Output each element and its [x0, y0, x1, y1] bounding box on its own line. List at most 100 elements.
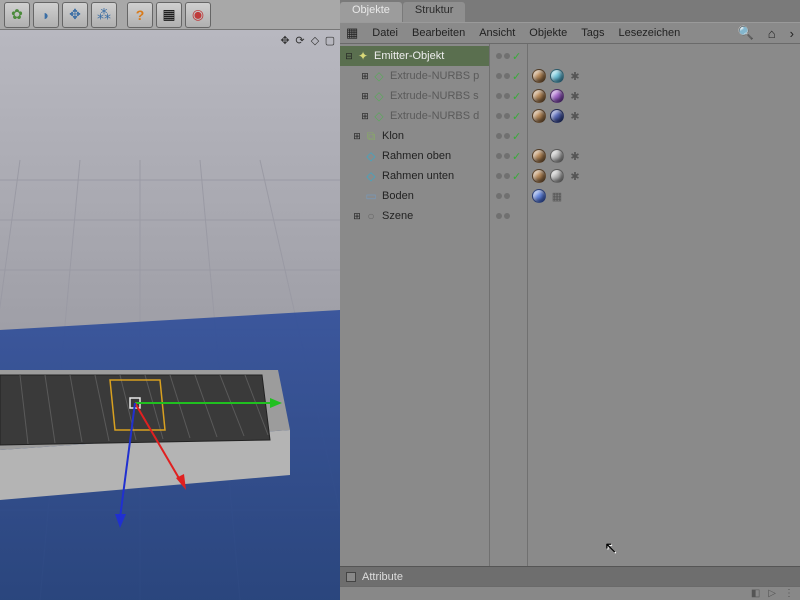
material-tag-icon[interactable] [550, 89, 564, 103]
tree-item-rahmen-oben[interactable]: ◇ Rahmen oben [340, 146, 489, 166]
nurbs-icon: ◇ [372, 69, 386, 83]
tree-label: Emitter-Objekt [374, 50, 444, 62]
floor-icon: ▭ [364, 189, 378, 203]
move-icon[interactable]: ✥ [279, 34, 291, 46]
tree-item-rahmen-unten[interactable]: ◇ Rahmen unten [340, 166, 489, 186]
tag-row [528, 206, 800, 226]
tab-struktur[interactable]: Struktur [403, 2, 466, 22]
tree-item-emitter[interactable]: ⊟ ✦ Emitter-Objekt [340, 46, 489, 66]
viewport-scene [0, 30, 340, 600]
tree-item-szene[interactable]: ⊞ ○ Szene [340, 206, 489, 226]
material-tag-icon[interactable] [550, 109, 564, 123]
vis-row[interactable] [490, 206, 527, 226]
menu-ansicht[interactable]: Ansicht [479, 27, 515, 39]
tag-row[interactable]: ✱ [528, 106, 800, 126]
tree-label: Rahmen oben [382, 150, 451, 162]
tag-row [528, 126, 800, 146]
material-tag-icon[interactable] [532, 89, 546, 103]
vis-row[interactable]: ✓ [490, 146, 527, 166]
tab-objekte[interactable]: Objekte [340, 2, 402, 22]
tag-row[interactable]: ✱ [528, 166, 800, 186]
home-icon[interactable]: ⌂ [768, 26, 776, 41]
menu-tags[interactable]: Tags [581, 27, 604, 39]
tag-row[interactable]: ✱ [528, 86, 800, 106]
phong-tag-icon[interactable]: ✱ [568, 169, 582, 183]
tag-row[interactable]: ✱ [528, 146, 800, 166]
tree-label: Extrude-NURBS s [390, 90, 479, 102]
phong-tag-icon[interactable]: ✱ [568, 69, 582, 83]
main-toolbar: ✿ ◗ ✥ ⁂ ? ▦ ◉ [0, 0, 340, 30]
vis-row[interactable]: ✓ [490, 86, 527, 106]
particles-tool-button[interactable]: ⁂ [91, 2, 117, 28]
tree-item-boden[interactable]: ▭ Boden [340, 186, 489, 206]
grid-tool-button[interactable]: ▦ [156, 2, 182, 28]
vis-row[interactable]: ✓ [490, 166, 527, 186]
expand-icon[interactable]: ⊞ [360, 71, 370, 82]
zoom-icon[interactable]: ◇ [309, 34, 321, 46]
phong-tag-icon[interactable]: ✱ [568, 149, 582, 163]
material-tag-icon[interactable] [532, 69, 546, 83]
material-tag-icon[interactable] [532, 149, 546, 163]
material-tag-icon[interactable] [550, 149, 564, 163]
object-manager-menu: ▦ Datei Bearbeiten Ansicht Objekte Tags … [340, 22, 800, 44]
tree-item-extrude-d[interactable]: ⊞ ◇ Extrude-NURBS d [340, 106, 489, 126]
tree-item-klon[interactable]: ⊞ ⧉ Klon [340, 126, 489, 146]
panel-tabs: Objekte Struktur [340, 0, 800, 22]
vis-row[interactable]: ✓ [490, 106, 527, 126]
rotate-icon[interactable]: ⟳ [294, 34, 306, 46]
tag-row[interactable]: ✱ [528, 66, 800, 86]
phong-tag-icon[interactable]: ✱ [568, 89, 582, 103]
chevron-right-icon[interactable]: › [790, 26, 794, 41]
compositing-tag-icon[interactable]: ▦ [550, 189, 564, 203]
tree-label: Rahmen unten [382, 170, 454, 182]
phong-tag-icon[interactable]: ✱ [568, 109, 582, 123]
globe-tool-button[interactable]: ◉ [185, 2, 211, 28]
tree-item-extrude-s[interactable]: ⊞ ◇ Extrude-NURBS s [340, 86, 489, 106]
attribute-bar[interactable]: Attribute [340, 566, 800, 586]
menu-lesezeichen[interactable]: Lesezeichen [618, 27, 680, 39]
search-icon[interactable]: 🔍 [738, 25, 754, 41]
attribute-label: Attribute [362, 571, 403, 583]
vis-row[interactable]: ✓ [490, 66, 527, 86]
maximize-icon[interactable]: ▢ [324, 34, 336, 46]
viewport-nav-icons: ✥ ⟳ ◇ ▢ [279, 34, 336, 46]
status-icon[interactable]: ◧ [751, 588, 760, 599]
vis-row[interactable]: ✓ [490, 46, 527, 66]
flower-tool-button[interactable]: ✿ [4, 2, 30, 28]
object-manager-panel: Objekte Struktur ▦ Datei Bearbeiten Ansi… [340, 0, 800, 600]
clone-icon: ⧉ [364, 129, 378, 143]
expand-icon[interactable]: ⊞ [360, 111, 370, 122]
tree-label: Boden [382, 190, 414, 202]
arrows-tool-button[interactable]: ✥ [62, 2, 88, 28]
status-icon[interactable]: ⋮ [784, 588, 794, 599]
vis-row[interactable]: ✓ [490, 126, 527, 146]
cube-icon: ◇ [364, 169, 378, 183]
grid-icon[interactable]: ▦ [346, 25, 358, 41]
status-icon[interactable]: ▷ [768, 588, 776, 599]
help-tool-button[interactable]: ? [127, 2, 153, 28]
primitive-tool-button[interactable]: ◗ [33, 2, 59, 28]
tree-item-extrude-p[interactable]: ⊞ ◇ Extrude-NURBS p [340, 66, 489, 86]
null-icon: ○ [364, 209, 378, 223]
expand-icon[interactable]: ⊞ [352, 211, 362, 222]
material-tag-icon[interactable] [532, 169, 546, 183]
expand-icon[interactable]: ⊞ [360, 91, 370, 102]
object-list: ⊟ ✦ Emitter-Objekt ⊞ ◇ Extrude-NURBS p ⊞… [340, 44, 800, 566]
material-tag-icon[interactable] [532, 109, 546, 123]
viewport-3d[interactable]: ✥ ⟳ ◇ ▢ [0, 30, 340, 600]
material-tag-icon[interactable] [550, 69, 564, 83]
vis-row[interactable] [490, 186, 527, 206]
tag-row[interactable]: ▦ [528, 186, 800, 206]
nurbs-icon: ◇ [372, 89, 386, 103]
nurbs-icon: ◇ [372, 109, 386, 123]
emitter-icon: ✦ [356, 49, 370, 63]
material-tag-icon[interactable] [550, 169, 564, 183]
material-tag-icon[interactable] [532, 189, 546, 203]
menu-bearbeiten[interactable]: Bearbeiten [412, 27, 465, 39]
attribute-checkbox[interactable] [346, 572, 356, 582]
menu-datei[interactable]: Datei [372, 27, 398, 39]
collapse-icon[interactable]: ⊟ [344, 51, 354, 62]
expand-icon[interactable]: ⊞ [352, 131, 362, 142]
menu-objekte[interactable]: Objekte [529, 27, 567, 39]
tree-label: Szene [382, 210, 413, 222]
